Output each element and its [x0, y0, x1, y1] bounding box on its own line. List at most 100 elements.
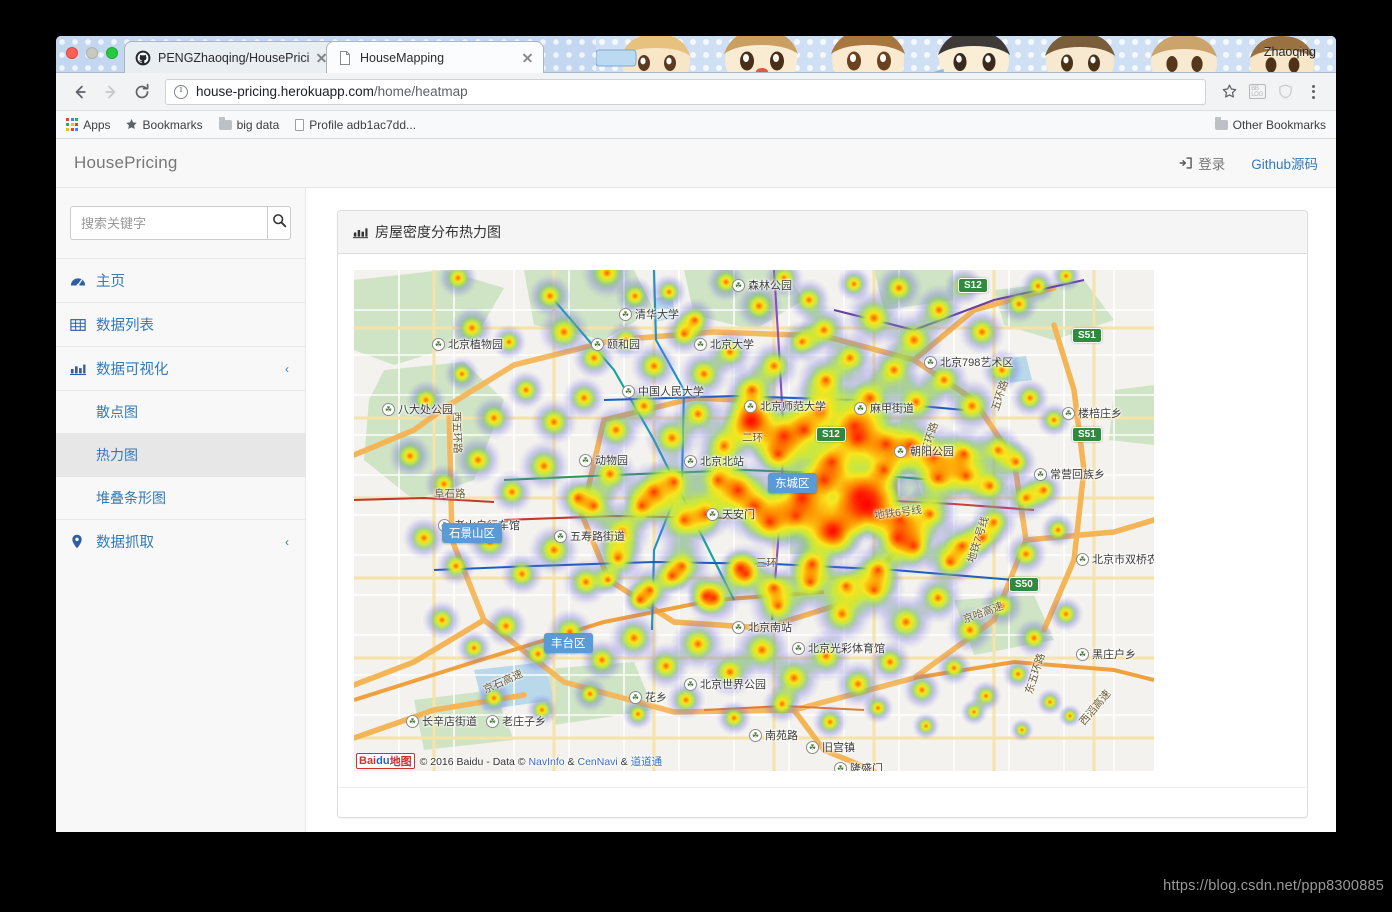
map-poi-label: ☘ 中国人民大学 — [622, 383, 704, 399]
map-road-shield: S12 — [816, 427, 846, 442]
sidebar-item-visualization[interactable]: 数据可视化 ‹ — [56, 346, 305, 390]
sidebar-item-home[interactable]: 主页 — [56, 258, 305, 302]
back-button[interactable] — [66, 78, 94, 106]
poi-marker-icon: ☘ — [706, 507, 719, 521]
menu-dots-icon[interactable] — [1300, 79, 1326, 105]
browser-window: PENGZhaoqing/HousePricing HouseMapping Z… — [56, 36, 1336, 832]
panel-footer — [338, 787, 1307, 817]
poi-marker-icon: ☘ — [894, 444, 907, 458]
poi-marker-icon: ☘ — [432, 337, 445, 351]
panel-body: 西五环路 阜石路 京石高速 京哈高速 东五环路 西滔高速 五环路 五环路 地铁6号线 地铁7号线二… — [338, 254, 1307, 787]
sidebar-item-data-crawl[interactable]: 数据抓取 ‹ — [56, 519, 305, 563]
info-circle-icon[interactable] — [174, 84, 188, 99]
map-poi-label: ☘ 动物园 — [579, 452, 628, 468]
sidebar-item-label: 数据抓取 — [96, 535, 154, 551]
window-minimize-button[interactable] — [86, 47, 98, 59]
app-header: HousePricing 登录 Github源码 — [56, 139, 1336, 188]
map-district-label: 东城区 — [768, 473, 817, 493]
sidebar-item-label: 散点图 — [96, 404, 138, 420]
bookmark-apps[interactable]: Apps — [66, 118, 111, 132]
folder-icon — [218, 116, 232, 130]
sidebar-item-data-list[interactable]: 数据列表 — [56, 302, 305, 346]
browser-tab-title: HouseMapping — [360, 50, 445, 65]
poi-marker-icon: ☘ — [579, 453, 592, 467]
url-host: house-pricing.herokuapp.com — [196, 84, 374, 99]
window-close-button[interactable] — [66, 47, 78, 59]
map-poi-label: ☘ 北京大学 — [694, 336, 754, 352]
map-pin-icon — [70, 534, 88, 549]
heatmap-map[interactable]: 西五环路 阜石路 京石高速 京哈高速 东五环路 西滔高速 五环路 五环路 地铁6号线 地铁7号线二… — [354, 270, 1154, 771]
map-poi-text: 北京师范大学 — [760, 401, 826, 413]
attribution-prefix: © 2016 Baidu - Data © — [419, 755, 529, 768]
map-poi-text: 北京世界公园 — [700, 679, 766, 691]
baidu-logo: Bai du 地图 — [356, 753, 415, 769]
map-poi-label: ☘ 麻甲街道 — [854, 400, 914, 416]
github-icon — [135, 50, 151, 66]
map-poi-label: ☘ 黑庄户乡 — [1076, 646, 1136, 662]
map-poi-text: 常营回族乡 — [1050, 469, 1105, 481]
apps-grid-icon — [66, 118, 79, 131]
github-source-link[interactable]: Github源码 — [1251, 153, 1318, 173]
window-traffic-lights[interactable] — [66, 47, 118, 59]
baidu-logo-du: du — [376, 755, 390, 767]
sidebar-item-heatmap[interactable]: 热力图 — [56, 433, 305, 476]
window-maximize-button[interactable] — [106, 47, 118, 59]
forward-button[interactable] — [97, 78, 125, 106]
bookmark-bookmarks[interactable]: Bookmarks — [125, 118, 203, 132]
search-input[interactable] — [70, 206, 267, 240]
bar-chart-icon — [70, 362, 88, 376]
shield-icon[interactable] — [1272, 79, 1298, 105]
search-icon — [272, 213, 287, 233]
browser-tab-1[interactable]: HouseMapping — [326, 41, 544, 73]
sidebar-item-scatter[interactable]: 散点图 — [56, 390, 305, 433]
bookmark-label: Bookmarks — [142, 117, 203, 132]
other-bookmarks-button[interactable]: Other Bookmarks — [1214, 116, 1326, 132]
map-poi-label: ☘ 长辛店街道 — [406, 713, 477, 729]
browser-tab-title: PENGZhaoqing/HousePricing — [158, 50, 310, 65]
address-bar[interactable]: house-pricing.herokuapp.com/home/heatmap — [165, 78, 1206, 105]
extension-icon[interactable]: BB LOG — [1244, 79, 1270, 105]
sidebar-item-label: 堆叠条形图 — [96, 490, 166, 506]
star-icon[interactable] — [1216, 79, 1242, 105]
map-poi-label: ☘ 北京光彩体育馆 — [792, 640, 885, 656]
map-poi-label: ☘ 北京师范大学 — [744, 398, 826, 414]
login-link[interactable]: 登录 — [1179, 153, 1225, 173]
sidebar-item-stacked-bar[interactable]: 堆叠条形图 — [56, 476, 305, 519]
tab-close-icon[interactable] — [520, 50, 535, 65]
poi-marker-icon: ☘ — [744, 399, 757, 413]
browser-profile-name[interactable]: Zhaoqing — [1264, 45, 1316, 59]
poi-marker-icon: ☘ — [924, 355, 937, 369]
sidebar-item-label: 数据列表 — [96, 318, 154, 334]
app-brand[interactable]: HousePricing — [74, 153, 178, 173]
poi-marker-icon: ☘ — [619, 307, 632, 321]
map-road-shield: S50 — [1009, 577, 1039, 592]
address-bar-url: house-pricing.herokuapp.com/home/heatmap — [196, 84, 468, 99]
attribution-link-cennavi[interactable]: CenNavi — [577, 756, 617, 768]
browser-tab-0[interactable]: PENGZhaoqing/HousePricing — [124, 41, 338, 73]
attribution-link-navinfo[interactable]: NavInfo — [528, 756, 564, 768]
map-poi-text: 颐和园 — [607, 339, 640, 351]
panel-title: 房屋密度分布热力图 — [375, 224, 501, 240]
browser-theme-artwork — [596, 36, 1336, 72]
attribution-link-daodaotong[interactable]: 道道通 — [631, 756, 663, 768]
map-poi-label: ☘ 天安门 — [706, 506, 755, 522]
poi-marker-icon: ☘ — [406, 714, 419, 728]
map-poi-text: 楼棓庄乡 — [1078, 408, 1122, 420]
map-road-shield: S12 — [958, 278, 988, 293]
map-poi-text: 北京植物园 — [448, 339, 503, 351]
map-poi-text: 森林公园 — [748, 280, 792, 292]
poi-marker-icon: ☘ — [591, 337, 604, 351]
baidu-logo-map: 地图 — [389, 756, 412, 768]
bookmark-profile[interactable]: Profile adb1ac7dd... — [295, 118, 416, 132]
map-poi-text: 花乡 — [645, 692, 667, 704]
map-poi-text: 南苑路 — [765, 730, 798, 742]
bookmark-big-data[interactable]: big data — [218, 116, 279, 132]
reload-button[interactable] — [128, 78, 156, 106]
map-poi-text: 麻甲街道 — [870, 403, 914, 415]
poi-marker-icon: ☘ — [1034, 467, 1047, 481]
map-poi-label: ☘北京市双桥农场 — [1076, 551, 1154, 567]
map-poi-text: 八大处公园 — [398, 404, 453, 416]
bookmarks-bar: Apps Bookmarks big data Profile adb1ac7d… — [56, 111, 1336, 139]
search-button[interactable] — [267, 206, 291, 240]
map-road-name: 西五环路 — [449, 411, 464, 454]
